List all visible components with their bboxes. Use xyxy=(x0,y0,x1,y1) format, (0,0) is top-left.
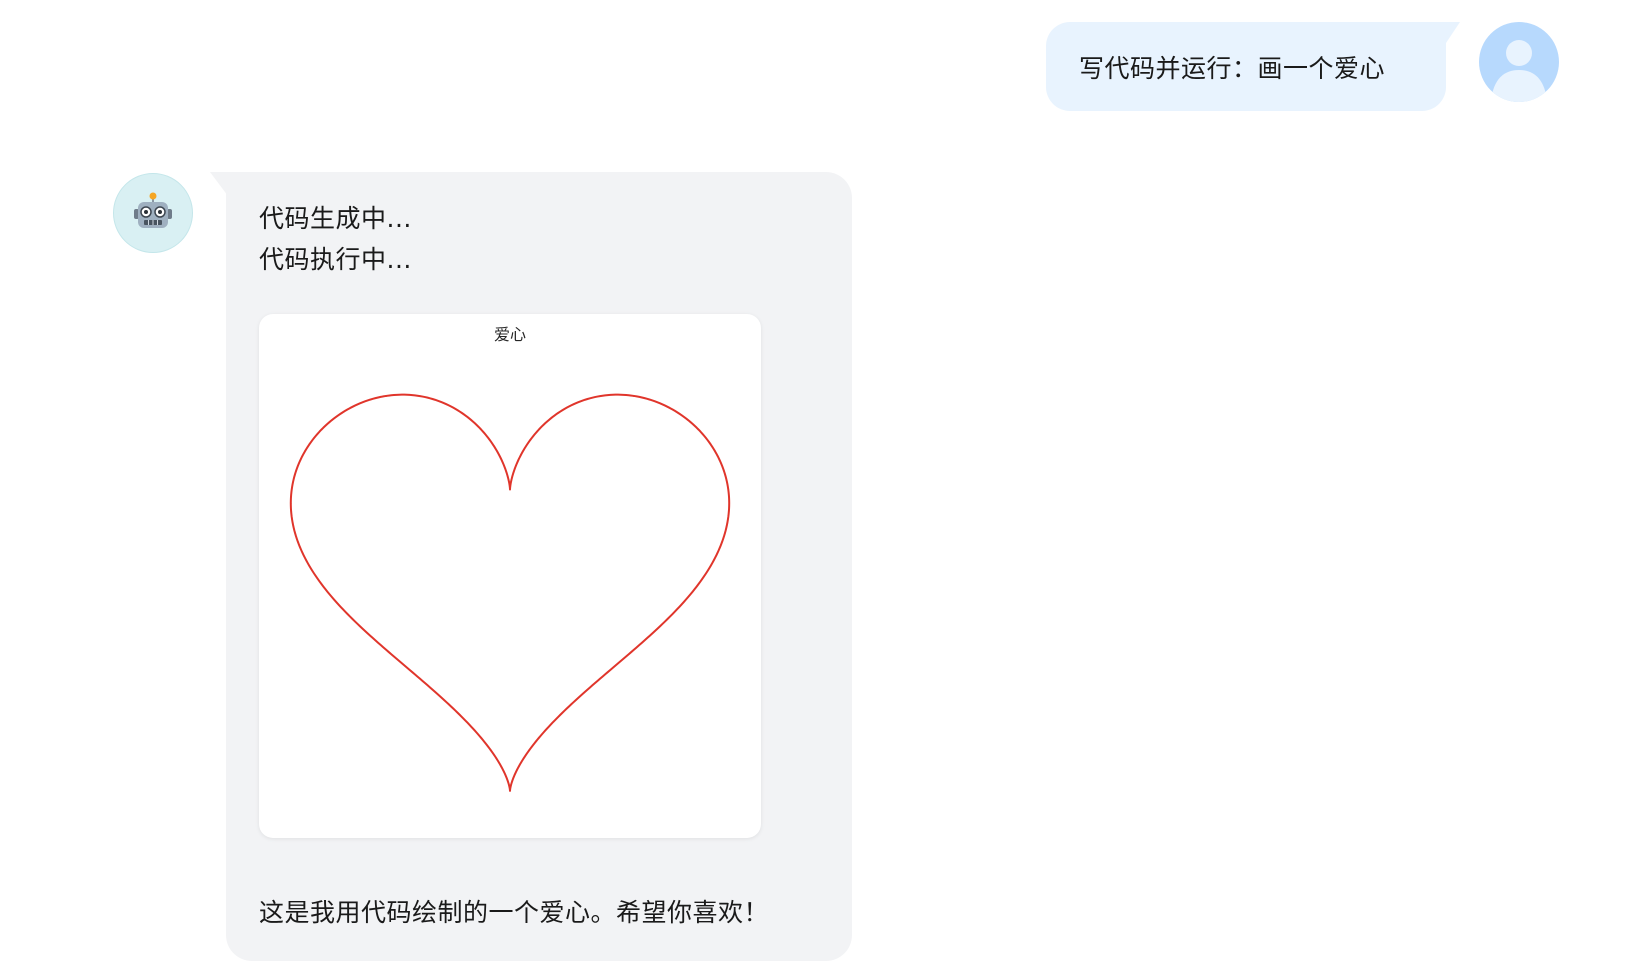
user-message-text: 写代码并运行：画一个爱心 xyxy=(1079,53,1386,83)
chat-page: 写代码并运行：画一个爱心 代码生成中... 代码执行中... 爱心 这是我用代码… xyxy=(0,0,1638,970)
status-code-generating: 代码生成中... xyxy=(259,204,412,233)
robot-icon xyxy=(134,192,172,228)
user-message-bubble: 写代码并运行：画一个爱心 xyxy=(1046,22,1446,111)
bot-message-bubble: 代码生成中... 代码执行中... 爱心 这是我用代码绘制的一个爱心。希望你喜欢… xyxy=(226,172,852,961)
status-code-executing: 代码执行中... xyxy=(259,245,412,274)
heart-curve xyxy=(289,393,731,792)
closing-message-text: 这是我用代码绘制的一个爱心。希望你喜欢！ xyxy=(259,898,770,927)
heart-plot xyxy=(289,393,731,792)
user-avatar[interactable] xyxy=(1479,22,1559,102)
user-silhouette-icon xyxy=(1491,40,1547,102)
result-image-card[interactable]: 爱心 xyxy=(259,314,761,838)
bot-avatar[interactable] xyxy=(113,173,193,253)
user-bubble-tail xyxy=(1444,22,1460,46)
